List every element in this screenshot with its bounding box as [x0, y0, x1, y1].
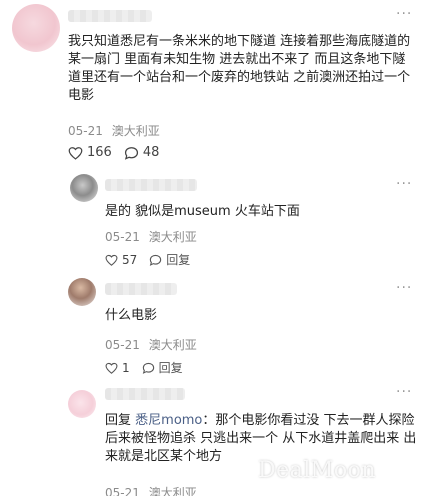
comment-actions: 166 48 [68, 145, 171, 160]
more-options-icon[interactable]: ··· [396, 176, 412, 192]
avatar[interactable] [70, 174, 98, 202]
watermark-logo: DealMoon [258, 458, 376, 483]
avatar[interactable] [12, 4, 60, 52]
comment-meta: 05-21 澳大利亚 [105, 336, 197, 353]
more-options-icon[interactable]: ··· [396, 384, 412, 400]
comment-meta: 05-21 澳大利亚 [105, 228, 197, 245]
comment-actions: 57 回复 [105, 251, 202, 268]
reply-label: 回复 [158, 361, 183, 375]
comment-date: 05-21 [68, 124, 103, 138]
comment-date: 05-21 [105, 230, 140, 244]
like-count: 166 [87, 145, 112, 160]
comment-bubble-icon [150, 254, 162, 266]
like-button[interactable]: 57 [105, 253, 137, 267]
reply-count-button[interactable]: 48 [124, 145, 160, 160]
more-options-icon[interactable]: ··· [396, 280, 412, 296]
comment-bubble-icon [124, 146, 138, 160]
mention-link[interactable]: 悉尼momo [135, 413, 202, 428]
comment-text: 我只知道悉尼有一条米米的地下隧道 连接着那些海底隧道的某一扇门 里面有未知生物 … [68, 34, 411, 103]
comment-text: 什么电影 [105, 308, 158, 323]
comment-bubble-icon [142, 362, 154, 374]
comment-meta: 05-21 澳大利亚 [105, 484, 197, 496]
heart-icon [68, 146, 83, 160]
like-button[interactable]: 1 [105, 361, 130, 375]
more-options-icon[interactable]: ··· [396, 6, 412, 22]
heart-icon [105, 362, 118, 374]
reply-button[interactable]: 回复 [149, 251, 190, 268]
comment-actions: 1 回复 [105, 359, 195, 376]
like-count: 57 [122, 252, 138, 267]
reply-button[interactable]: 回复 [142, 359, 183, 376]
username-blurred[interactable] [68, 10, 152, 22]
comment-text: 是的 貌似是museum 火车站下面 [105, 204, 300, 219]
comment-date: 05-21 [105, 338, 140, 352]
comment-location: 澳大利亚 [111, 124, 160, 138]
reply-count: 48 [142, 145, 160, 160]
reply-label: 回复 [166, 253, 191, 267]
reply-prefix: 回复 [105, 413, 132, 428]
comment-meta: 05-21 澳大利亚 [68, 122, 160, 139]
like-button[interactable]: 166 [68, 145, 112, 160]
like-count: 1 [122, 360, 130, 375]
avatar[interactable] [68, 278, 96, 306]
comment-date: 05-21 [105, 486, 140, 496]
username-blurred[interactable] [105, 283, 177, 295]
username-blurred[interactable] [105, 388, 185, 400]
username-blurred[interactable] [105, 179, 197, 191]
heart-icon [105, 254, 118, 266]
comment-location: 澳大利亚 [148, 338, 197, 352]
comment-location: 澳大利亚 [148, 486, 197, 496]
comment-location: 澳大利亚 [148, 230, 197, 244]
avatar[interactable] [68, 390, 96, 418]
